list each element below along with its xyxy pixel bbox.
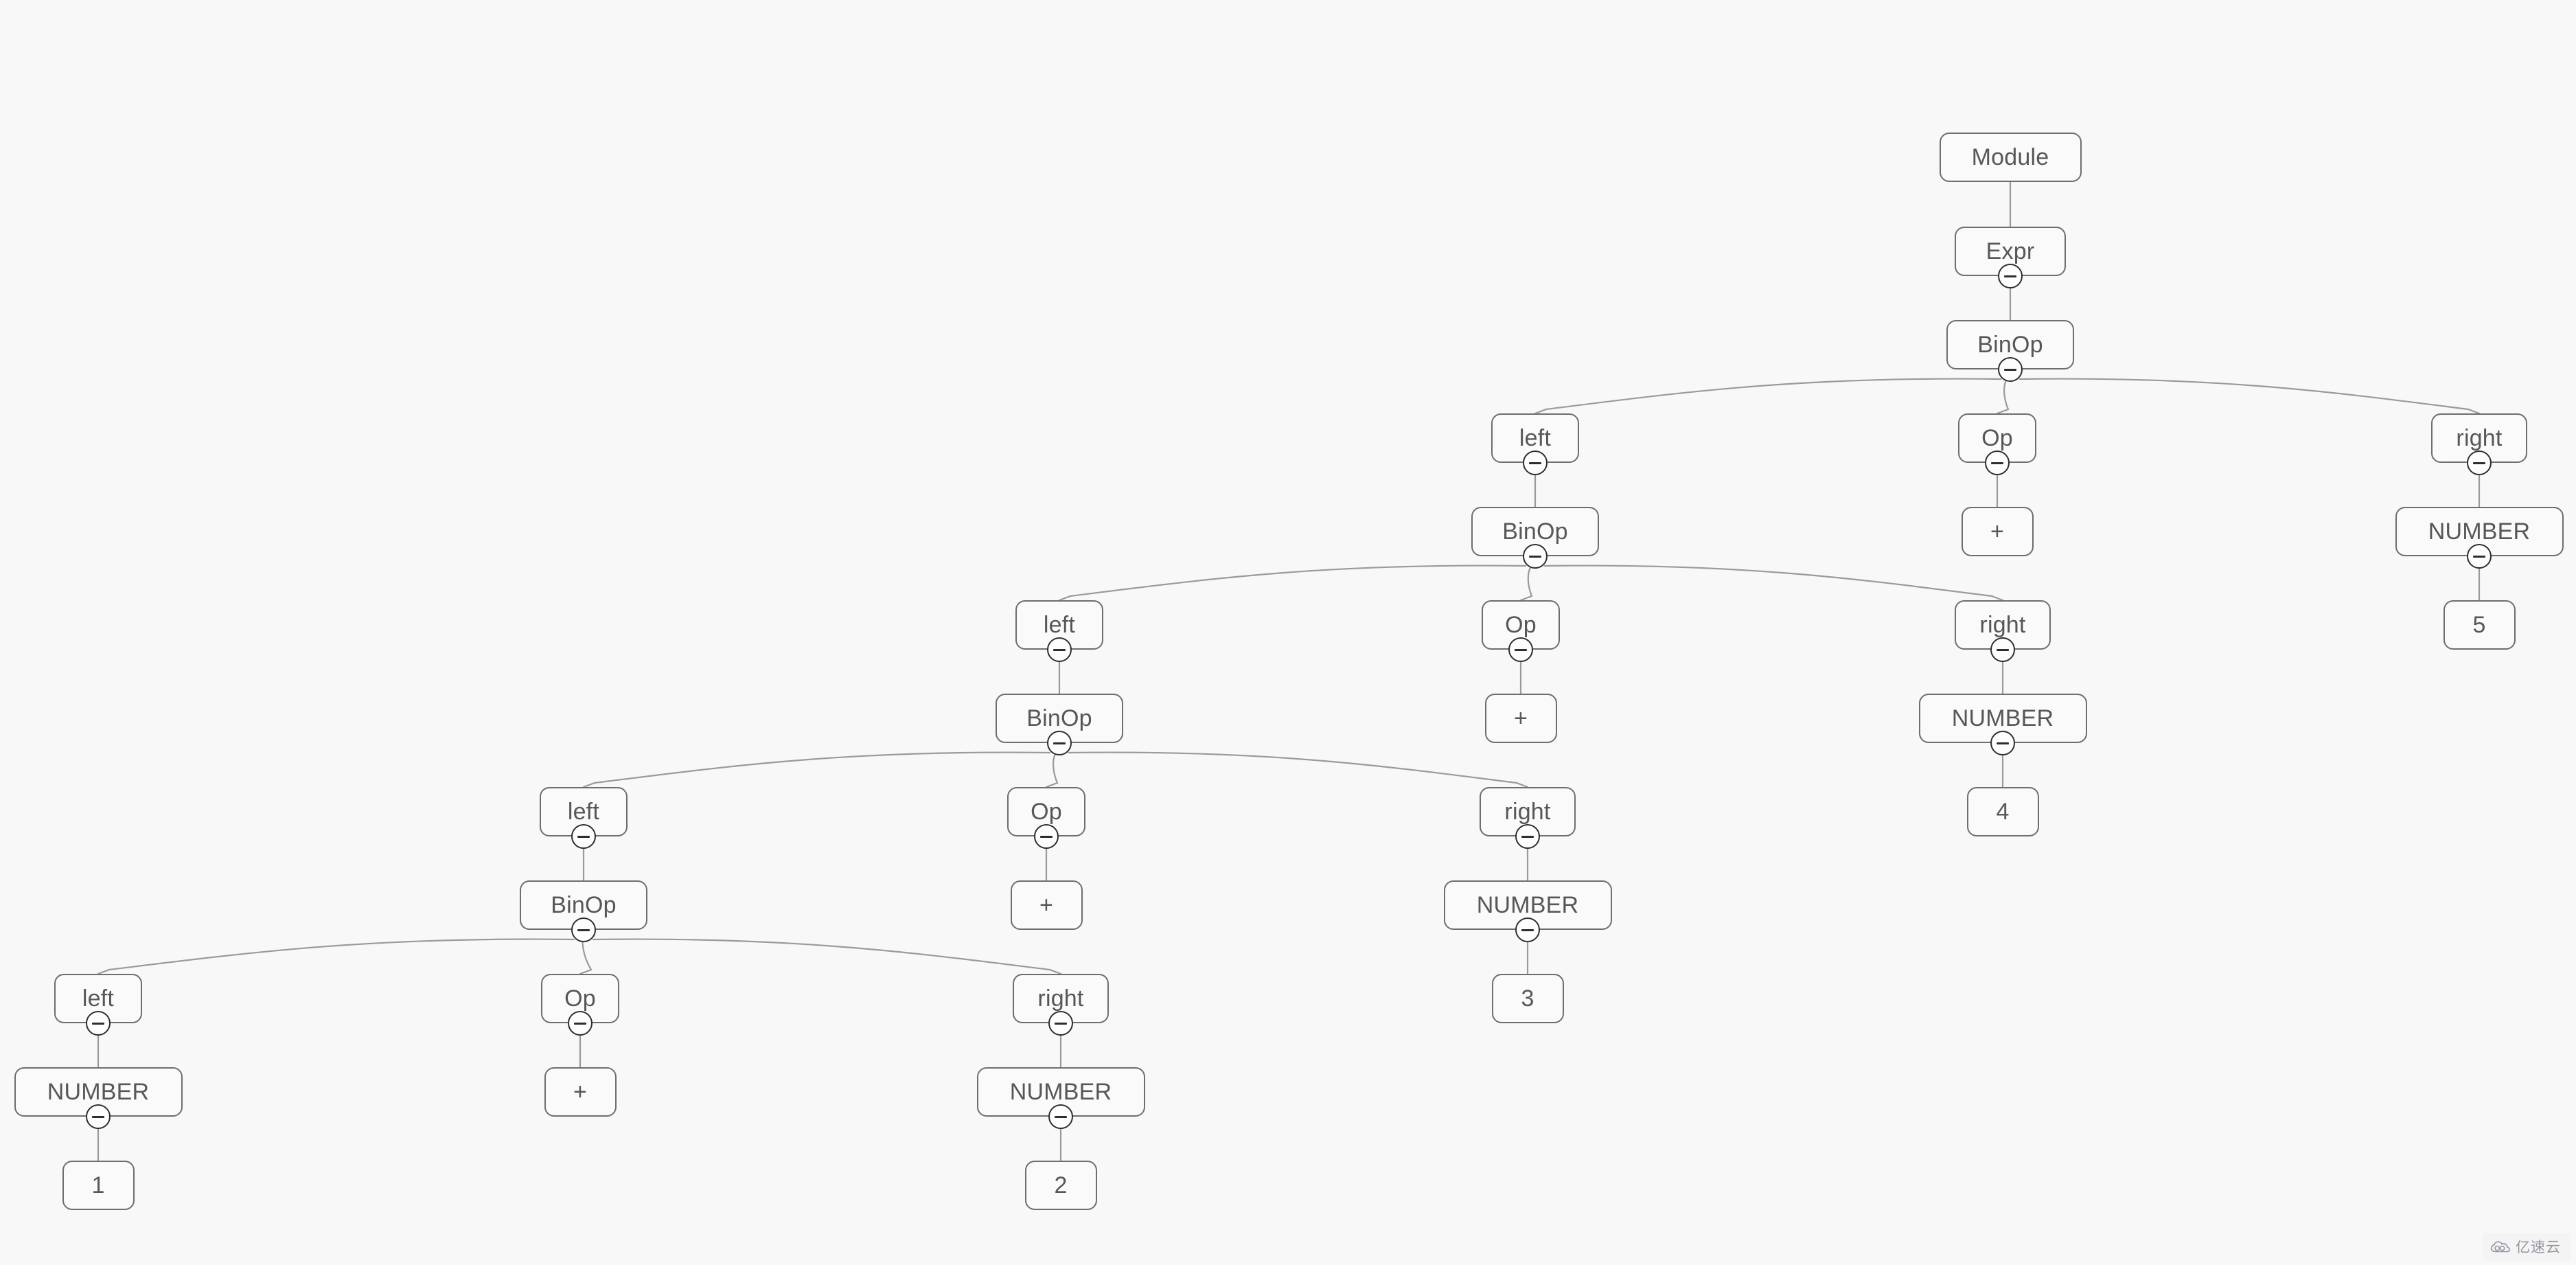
tree-node[interactable]: 5 xyxy=(2443,600,2516,650)
tree-edge xyxy=(1534,378,2002,415)
collapse-toggle-icon[interactable] xyxy=(1990,731,2015,755)
collapse-toggle-icon[interactable] xyxy=(571,824,596,849)
collapse-toggle-icon[interactable] xyxy=(1047,731,1072,755)
watermark: 亿速云 xyxy=(2483,1233,2571,1261)
collapse-toggle-icon[interactable] xyxy=(1523,451,1548,475)
tree-edge xyxy=(582,751,1051,788)
tree-edge xyxy=(1058,565,1527,602)
ast-tree-canvas: Module Expr BinOp left Op right + NUMBER 5 BinOp l… xyxy=(0,0,2576,1265)
tree-edge xyxy=(592,938,1062,975)
collapse-toggle-icon[interactable] xyxy=(1515,918,1540,942)
tree-node[interactable]: + xyxy=(1010,880,1083,930)
collapse-toggle-icon[interactable] xyxy=(568,1011,593,1036)
collapse-toggle-icon[interactable] xyxy=(1034,824,1059,849)
collapse-toggle-icon[interactable] xyxy=(2467,451,2492,475)
collapse-toggle-icon[interactable] xyxy=(86,1104,111,1129)
watermark-text: 亿速云 xyxy=(2516,1239,2561,1255)
tree-edge xyxy=(1996,378,2011,415)
tree-node[interactable]: + xyxy=(544,1067,617,1117)
collapse-toggle-icon[interactable] xyxy=(1998,264,2023,288)
tree-edge xyxy=(1045,751,1060,788)
cloud-icon xyxy=(2490,1240,2511,1254)
collapse-toggle-icon[interactable] xyxy=(1523,544,1548,569)
tree-edge xyxy=(579,938,593,975)
collapse-toggle-icon[interactable] xyxy=(1985,451,2010,475)
tree-edge xyxy=(1519,565,1536,602)
collapse-toggle-icon[interactable] xyxy=(571,918,596,942)
collapse-toggle-icon[interactable] xyxy=(1048,1011,1073,1036)
tree-node[interactable]: + xyxy=(1961,507,2034,556)
collapse-toggle-icon[interactable] xyxy=(2467,544,2492,569)
tree-edge xyxy=(2019,378,2481,415)
collapse-toggle-icon[interactable] xyxy=(1998,357,2023,382)
tree-node[interactable]: + xyxy=(1484,694,1557,743)
tree-node[interactable]: 1 xyxy=(62,1161,135,1210)
collapse-toggle-icon[interactable] xyxy=(86,1011,111,1036)
tree-edge xyxy=(1543,565,2004,602)
tree-node[interactable]: 2 xyxy=(1024,1161,1097,1210)
collapse-toggle-icon[interactable] xyxy=(1515,824,1540,849)
collapse-toggle-icon[interactable] xyxy=(1508,637,1533,662)
collapse-toggle-icon[interactable] xyxy=(1990,637,2015,662)
tree-node[interactable]: Module xyxy=(1939,133,2082,182)
tree-edge xyxy=(1068,751,1529,788)
collapse-toggle-icon[interactable] xyxy=(1048,1104,1073,1129)
tree-edge-layer xyxy=(97,181,2481,1162)
collapse-toggle-icon[interactable] xyxy=(1047,637,1072,662)
tree-edge xyxy=(97,938,575,975)
tree-node[interactable]: 3 xyxy=(1491,974,1564,1023)
tree-node[interactable]: 4 xyxy=(1966,787,2039,836)
